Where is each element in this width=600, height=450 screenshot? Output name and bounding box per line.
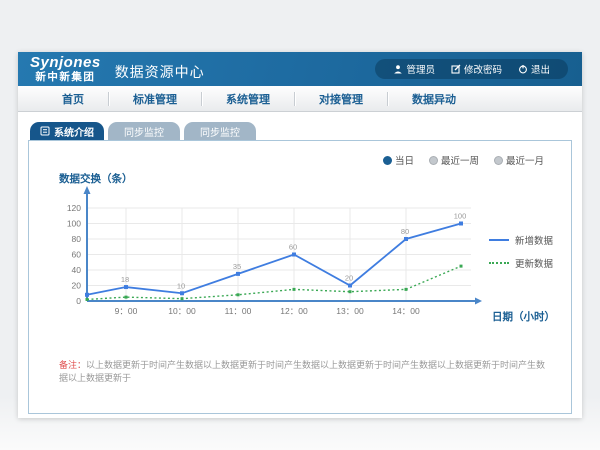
chart-legend: 新增数据更新数据 <box>489 233 553 270</box>
footnote: 备注：以上数据更新于时间产生数据以上数据更新于时间产生数据以上数据更新于时间产生… <box>59 359 551 384</box>
svg-text:13：00: 13：00 <box>336 306 364 316</box>
svg-text:20: 20 <box>345 274 353 283</box>
chart-container: 0 20 40 60 80 100 120 9：00 10：00 11：00 12：00 13：00 1… <box>57 181 507 336</box>
svg-text:40: 40 <box>72 265 82 275</box>
power-icon <box>518 64 528 74</box>
x-axis-title: 日期（小时） <box>492 309 555 324</box>
svg-text:20: 20 <box>72 281 82 291</box>
time-range-option-1[interactable]: 最近一周 <box>430 153 479 167</box>
radio-unselected-icon <box>430 157 437 164</box>
nav-item-4[interactable]: 数据异动 <box>388 91 480 107</box>
user-menu: 管理员修改密码退出 <box>375 59 568 79</box>
svg-text:35: 35 <box>233 262 241 271</box>
footnote-text: 以上数据更新于时间产生数据以上数据更新于时间产生数据以上数据更新于时间产生数据以… <box>59 360 545 383</box>
svg-text:14：00: 14：00 <box>392 306 420 316</box>
svg-text:80: 80 <box>72 234 82 244</box>
radio-unselected-icon <box>495 157 502 164</box>
user-icon <box>393 64 403 74</box>
time-range-option-2[interactable]: 最近一月 <box>495 153 544 167</box>
tab-0-active[interactable]: 系统介绍 <box>30 122 104 140</box>
legend-item-1: 更新数据 <box>489 256 553 270</box>
time-range-filter: 当日 最近一周 最近一月 <box>384 153 544 167</box>
tab-1[interactable]: 同步监控 <box>108 122 180 140</box>
nav-item-3[interactable]: 对接管理 <box>295 91 387 107</box>
svg-text:10：00: 10：00 <box>168 306 196 316</box>
time-range-option-0[interactable]: 当日 <box>384 153 414 167</box>
main-nav: 首页标准管理系统管理对接管理数据异动 <box>18 86 582 112</box>
legend-swatch <box>489 262 509 264</box>
page-title: 数据资源中心 <box>115 62 205 82</box>
svg-text:100: 100 <box>454 212 467 221</box>
brand-logo: Synjones 新中新集团 <box>30 55 101 83</box>
svg-text:18: 18 <box>121 275 129 284</box>
nav-item-0[interactable]: 首页 <box>38 91 108 107</box>
svg-text:120: 120 <box>67 203 81 213</box>
footnote-label: 备注： <box>59 360 86 370</box>
svg-text:9：00: 9：00 <box>115 306 138 316</box>
system-intro-panel: 当日最近一周最近一月 数据交换（条） 0204060801001209：0010… <box>28 140 572 414</box>
nav-item-2[interactable]: 系统管理 <box>202 91 294 107</box>
user-menu-user[interactable]: 管理员 <box>385 62 443 76</box>
tab-2[interactable]: 同步监控 <box>184 122 256 140</box>
nav-item-1[interactable]: 标准管理 <box>109 91 201 107</box>
page-card: Synjones 新中新集团 数据资源中心 管理员修改密码退出 首页标准管理系统… <box>18 52 582 418</box>
svg-text:0: 0 <box>76 296 81 306</box>
svg-text:60: 60 <box>72 250 82 260</box>
user-menu-power[interactable]: 退出 <box>510 62 558 76</box>
svg-text:60: 60 <box>289 243 297 252</box>
content-area: 系统介绍同步监控同步监控 当日最近一周最近一月 数据交换（条） 02040608… <box>18 112 582 424</box>
brand-logo-subtext: 新中新集团 <box>35 72 95 83</box>
edit-icon <box>451 64 461 74</box>
user-menu-edit[interactable]: 修改密码 <box>443 62 510 76</box>
doc-icon <box>40 126 50 136</box>
brand-logo-text: Synjones <box>30 55 101 70</box>
svg-text:12：00: 12：00 <box>280 306 308 316</box>
legend-swatch <box>489 239 509 241</box>
tab-bar: 系统介绍同步监控同步监控 <box>30 122 572 140</box>
legend-item-0: 新增数据 <box>489 233 553 247</box>
app-header: Synjones 新中新集团 数据资源中心 管理员修改密码退出 <box>18 52 582 86</box>
exchange-chart: 0 20 40 60 80 100 120 9：00 10：00 11：00 12：00 13：00 1… <box>57 181 507 331</box>
svg-text:11：00: 11：00 <box>225 306 252 316</box>
svg-text:10: 10 <box>177 281 185 290</box>
svg-text:80: 80 <box>401 227 409 236</box>
radio-selected-icon <box>384 157 391 164</box>
svg-text:100: 100 <box>67 219 81 229</box>
